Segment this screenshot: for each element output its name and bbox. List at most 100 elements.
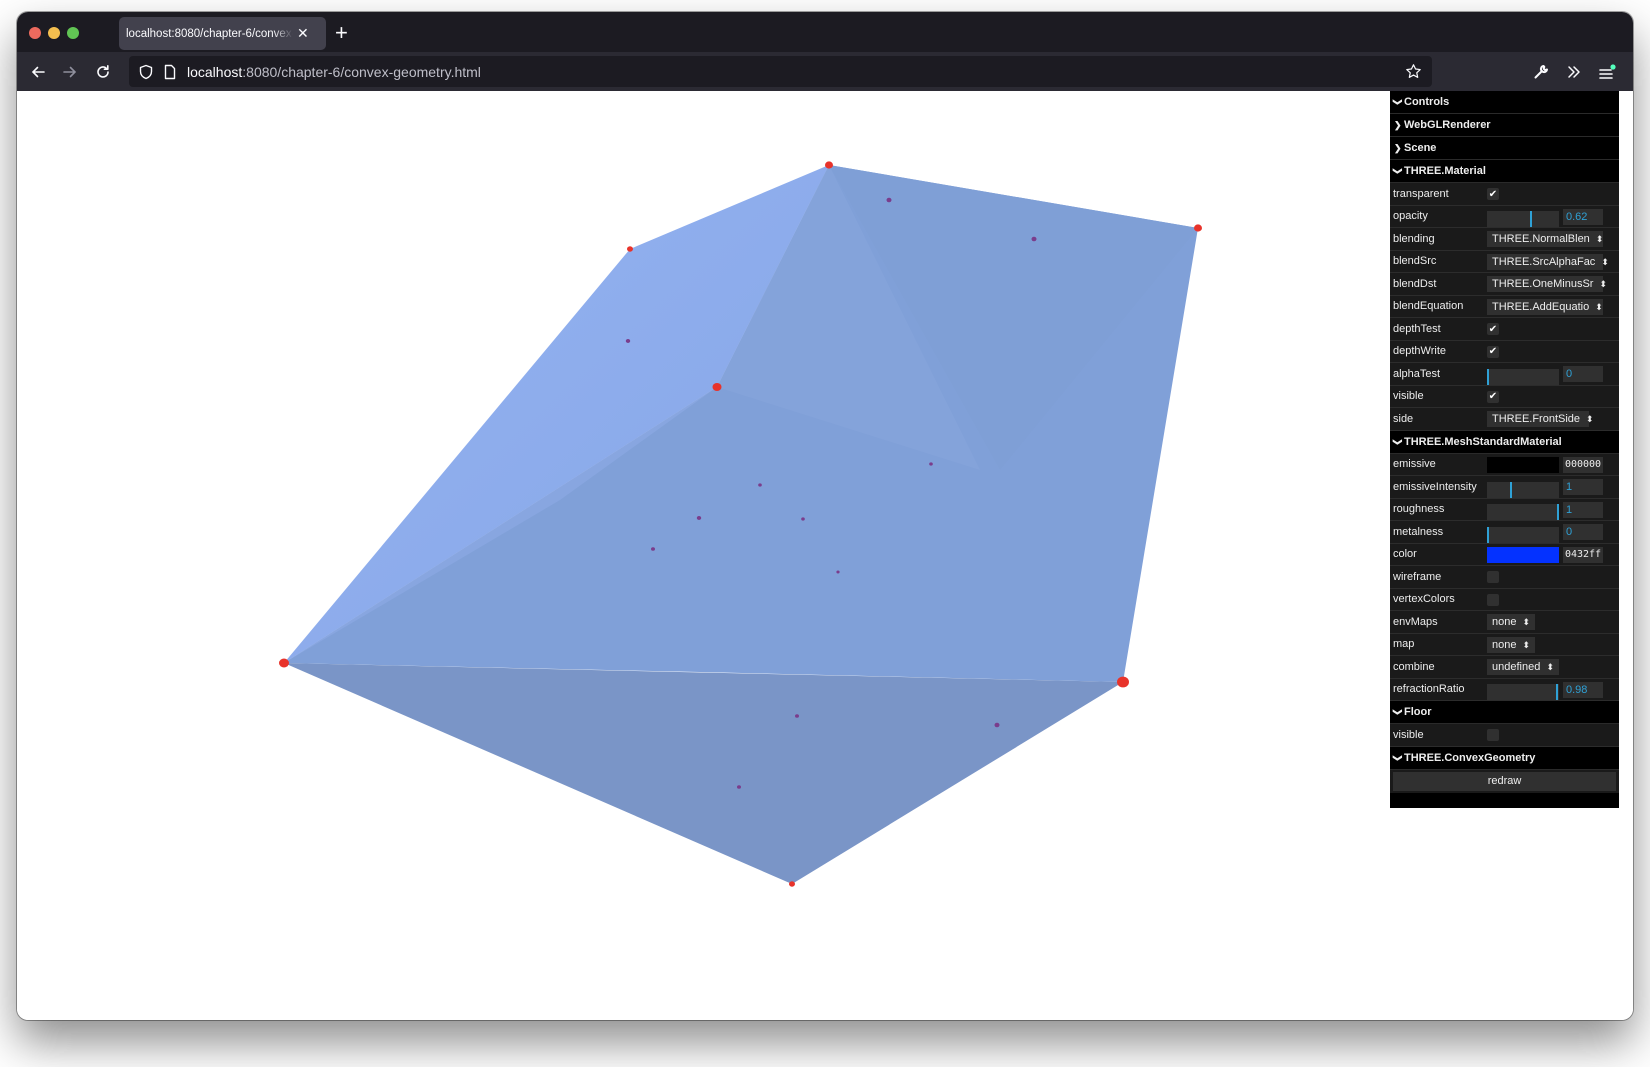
depthtest-checkbox[interactable]: ✔ bbox=[1487, 323, 1499, 335]
shield-icon[interactable] bbox=[138, 64, 154, 80]
wireframe-checkbox[interactable] bbox=[1487, 571, 1499, 583]
emissiveintensity-input[interactable]: 1 bbox=[1563, 479, 1603, 495]
point-marker bbox=[1117, 676, 1129, 688]
map-row: map none ⬍ bbox=[1390, 633, 1619, 656]
page-viewport: ❯ Controls ❯ WebGLRenderer ❯ Scene ❯ THREE.M… bbox=[17, 91, 1633, 1020]
alphatest-input[interactable]: 0 bbox=[1563, 366, 1603, 382]
folder-scene[interactable]: ❯ Scene bbox=[1390, 137, 1619, 160]
chevron-down-icon: ❯ bbox=[1392, 708, 1403, 716]
emissiveintensity-slider[interactable] bbox=[1487, 481, 1559, 498]
minimize-window-button[interactable] bbox=[48, 27, 60, 39]
floor-visible-row: visible bbox=[1390, 724, 1619, 747]
blenddst-row: blendDst THREE.OneMinusSr ⬍ bbox=[1390, 273, 1619, 296]
dat-gui-panel: ❯ Controls ❯ WebGLRenderer ❯ Scene ❯ THREE.M… bbox=[1390, 91, 1619, 808]
close-tab-icon[interactable]: ✕ bbox=[297, 25, 309, 42]
chevrons-right-icon bbox=[1568, 66, 1580, 78]
chevron-down-icon: ❯ bbox=[1392, 437, 1403, 446]
chevron-right-icon: ❯ bbox=[1394, 143, 1402, 153]
combine-row: combine undefined ⬍ bbox=[1390, 656, 1619, 679]
blendsrc-row: blendSrc THREE.SrcAlphaFac ⬍ bbox=[1390, 250, 1619, 273]
side-select[interactable]: THREE.FrontSide ⬍ bbox=[1487, 411, 1594, 427]
folder-floor[interactable]: ❯ Floor bbox=[1390, 701, 1619, 724]
star-icon[interactable] bbox=[1405, 63, 1422, 80]
point-marker bbox=[712, 382, 722, 392]
map-select[interactable]: none ⬍ bbox=[1487, 636, 1535, 653]
metalness-row: metalness 0 bbox=[1390, 521, 1619, 544]
select-arrows-icon: ⬍ bbox=[1595, 234, 1604, 244]
emissiveintensity-row: emissiveIntensity 1 bbox=[1390, 476, 1619, 499]
chevron-down-icon: ❯ bbox=[1392, 167, 1403, 175]
blending-select[interactable]: THREE.NormalBlen ⬍ bbox=[1487, 231, 1603, 247]
wrench-icon bbox=[1534, 65, 1548, 79]
hamburger-menu-icon bbox=[1599, 64, 1616, 79]
alphatest-row: alphaTest 0 bbox=[1390, 363, 1619, 386]
tab-active[interactable]: localhost:8080/chapter-6/convex-geometry… bbox=[119, 17, 326, 50]
visible-checkbox[interactable]: ✔ bbox=[1487, 390, 1499, 403]
point-marker bbox=[795, 714, 799, 718]
point-marker bbox=[758, 483, 762, 487]
refractionratio-row: refractionRatio 0.98 bbox=[1390, 678, 1619, 701]
url-path: :8080/chapter-6/convex-geometry.html bbox=[242, 63, 481, 80]
devtools-button[interactable] bbox=[1529, 60, 1553, 84]
metalness-slider[interactable] bbox=[1487, 526, 1559, 543]
alphatest-slider[interactable] bbox=[1487, 368, 1559, 385]
folder-controls[interactable]: ❯ Controls bbox=[1390, 91, 1619, 114]
point-marker bbox=[696, 516, 702, 520]
select-arrows-icon: ⬍ bbox=[1522, 617, 1531, 627]
folder-material[interactable]: ❯ THREE.Material bbox=[1390, 160, 1619, 183]
url-host: localhost bbox=[187, 63, 243, 80]
roughness-row: roughness 1 bbox=[1390, 498, 1619, 521]
back-button[interactable] bbox=[26, 60, 50, 84]
blendsrc-select[interactable]: THREE.SrcAlphaFac ⬍ bbox=[1487, 253, 1609, 270]
arrow-left-icon bbox=[31, 66, 45, 78]
refractionratio-slider[interactable] bbox=[1487, 684, 1559, 701]
color-hex-input[interactable]: 0432ff bbox=[1563, 546, 1603, 563]
tab-title: localhost:8080/chapter-6/convex-geometry… bbox=[126, 27, 293, 40]
new-tab-button[interactable]: + bbox=[335, 20, 348, 46]
vertexcolors-checkbox[interactable] bbox=[1487, 593, 1499, 606]
page-icon[interactable] bbox=[163, 64, 177, 80]
url-bar[interactable]: localhost:8080/chapter-6/convex-geometry… bbox=[129, 56, 1432, 87]
zoom-window-button[interactable] bbox=[67, 27, 79, 39]
refractionratio-input[interactable]: 0.98 bbox=[1563, 681, 1603, 698]
reload-button[interactable] bbox=[91, 60, 115, 84]
select-arrows-icon: ⬍ bbox=[1599, 279, 1608, 289]
arrow-right-icon bbox=[63, 66, 77, 78]
vertexcolors-row: vertexColors bbox=[1390, 588, 1619, 611]
app-menu-button[interactable] bbox=[1595, 60, 1619, 84]
side-row: side THREE.FrontSide ⬍ bbox=[1390, 408, 1619, 431]
overflow-button[interactable] bbox=[1562, 60, 1586, 84]
opacity-slider[interactable] bbox=[1487, 211, 1559, 228]
color-swatch[interactable] bbox=[1487, 546, 1559, 563]
blending-row: blending THREE.NormalBlen ⬍ bbox=[1390, 228, 1619, 251]
reload-icon bbox=[97, 65, 109, 78]
folder-meshstandardmaterial[interactable]: ❯ THREE.MeshStandardMaterial bbox=[1390, 430, 1619, 454]
folder-webglrenderer[interactable]: ❯ WebGLRenderer bbox=[1390, 114, 1619, 137]
floor-visible-checkbox[interactable] bbox=[1487, 729, 1499, 741]
blendequation-select[interactable]: THREE.AddEquatio ⬍ bbox=[1487, 298, 1603, 315]
folder-convexgeometry[interactable]: ❯ THREE.ConvexGeometry bbox=[1390, 746, 1619, 770]
depthwrite-row: depthWrite ✔ bbox=[1390, 340, 1619, 363]
depthwrite-checkbox[interactable]: ✔ bbox=[1487, 345, 1499, 358]
envmaps-select[interactable]: none ⬍ bbox=[1487, 614, 1535, 630]
url-text[interactable]: localhost:8080/chapter-6/convex-geometry… bbox=[187, 64, 481, 80]
opacity-input[interactable]: 0.62 bbox=[1563, 208, 1603, 225]
combine-select[interactable]: undefined ⬍ bbox=[1487, 659, 1559, 675]
point-marker bbox=[929, 462, 933, 466]
point-marker bbox=[994, 722, 1000, 728]
point-marker bbox=[625, 339, 631, 343]
emissive-hex-input[interactable]: 000000 bbox=[1563, 456, 1603, 473]
roughness-input[interactable]: 1 bbox=[1563, 501, 1603, 518]
forward-button[interactable] bbox=[58, 60, 82, 84]
blenddst-select[interactable]: THREE.OneMinusSr ⬍ bbox=[1487, 276, 1607, 292]
point-marker bbox=[1031, 236, 1037, 242]
transparent-row: transparent ✔ bbox=[1390, 183, 1619, 206]
close-window-button[interactable] bbox=[29, 27, 41, 39]
metalness-input[interactable]: 0 bbox=[1563, 524, 1603, 540]
redraw-button[interactable]: redraw bbox=[1393, 771, 1616, 791]
point-marker bbox=[801, 517, 805, 521]
opacity-row: opacity 0.62 bbox=[1390, 205, 1619, 228]
emissive-swatch[interactable] bbox=[1487, 456, 1559, 473]
roughness-slider[interactable] bbox=[1487, 504, 1559, 521]
transparent-checkbox[interactable]: ✔ bbox=[1487, 188, 1499, 200]
